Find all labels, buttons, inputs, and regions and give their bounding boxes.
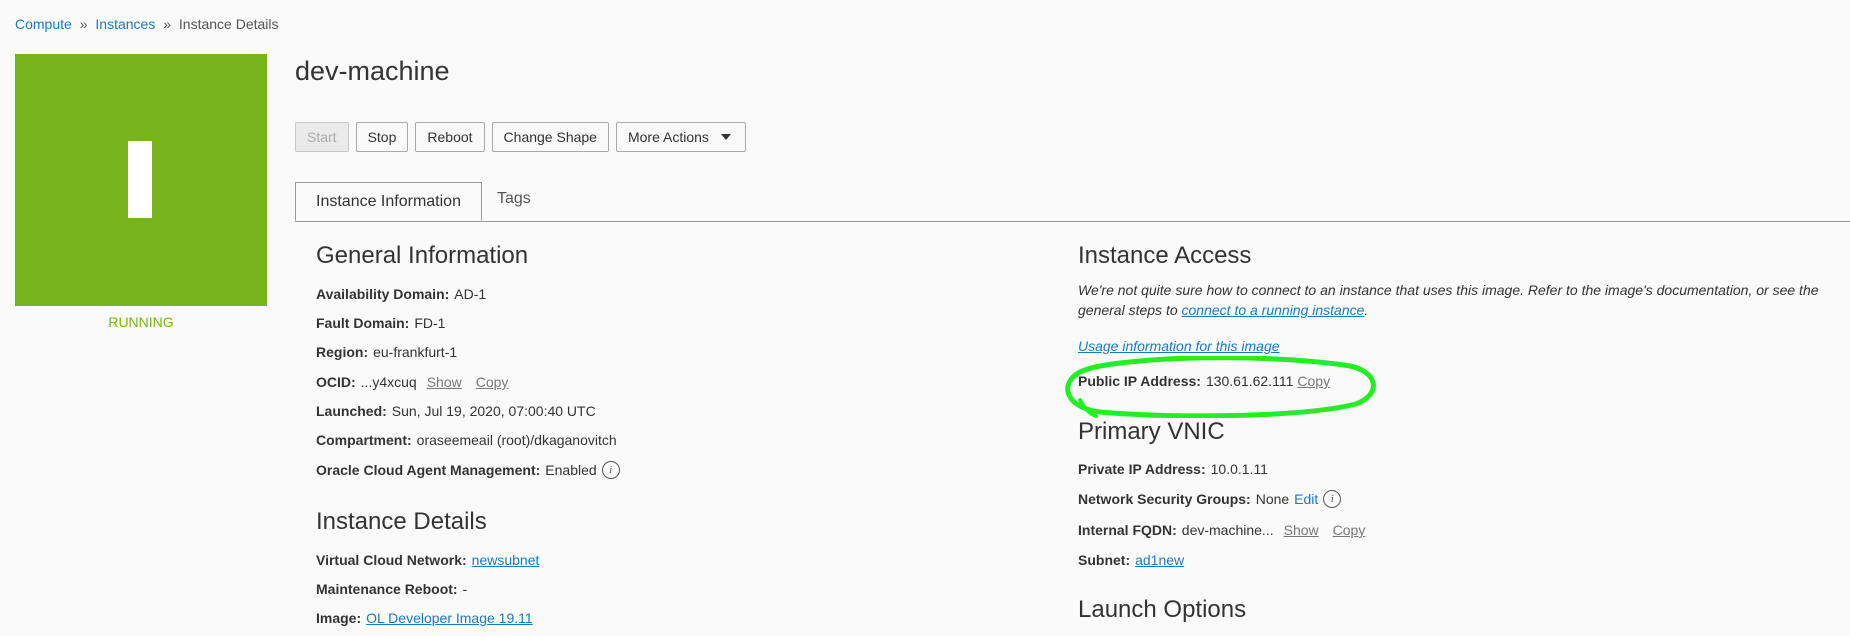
info-icon[interactable]: i [601, 461, 620, 479]
launched-field: Launched: Sun, Jul 19, 2020, 07:00:40 UT… [316, 403, 596, 419]
subnet-link[interactable]: ad1new [1135, 552, 1184, 568]
field-value: - [462, 581, 468, 597]
public-ip-copy-link[interactable]: Copy [1297, 373, 1330, 389]
field-value: ...y4xcuq [360, 374, 417, 390]
access-note-suffix: . [1364, 302, 1369, 318]
region-field: Region: eu-frankfurt-1 [316, 344, 457, 360]
breadcrumb-instances[interactable]: Instances [95, 16, 155, 32]
tab-bar: Instance Information Tags [295, 182, 1850, 222]
fqdn-copy-link[interactable]: Copy [1333, 522, 1366, 538]
field-label: Public IP Address: [1078, 373, 1201, 389]
vcn-field: Virtual Cloud Network: newsubnet [316, 552, 539, 568]
action-toolbar: Start Stop Reboot Change Shape More Acti… [295, 122, 753, 152]
field-label: Virtual Cloud Network: [316, 552, 467, 568]
field-value: None [1255, 491, 1290, 507]
field-label: Internal FQDN: [1078, 522, 1177, 538]
launch-options-heading: Launch Options [1078, 596, 1247, 623]
caret-down-icon [720, 134, 731, 140]
tab-tags[interactable]: Tags [482, 182, 546, 221]
field-label: Compartment: [316, 432, 412, 448]
network-security-groups-field: Network Security Groups: None Edit i [1078, 490, 1342, 508]
more-actions-label: More Actions [627, 129, 709, 145]
start-button[interactable]: Start [295, 122, 349, 152]
status-label: RUNNING [108, 314, 174, 330]
breadcrumb-separator: » [79, 16, 88, 32]
reboot-button[interactable]: Reboot [415, 122, 485, 152]
field-label: OCID: [316, 374, 356, 390]
more-actions-button[interactable]: More Actions [615, 122, 746, 152]
field-label: Availability Domain: [316, 286, 450, 302]
field-value: AD-1 [454, 286, 487, 302]
primary-vnic-heading: Primary VNIC [1078, 418, 1225, 445]
field-value: dev-machine... [1181, 522, 1274, 538]
field-label: Network Security Groups: [1078, 491, 1251, 507]
usage-information-link[interactable]: Usage information for this image [1078, 338, 1280, 354]
subnet-field: Subnet: ad1new [1078, 552, 1184, 568]
private-ip-field: Private IP Address: 10.0.1.11 [1078, 461, 1268, 477]
field-value: 10.0.1.11 [1210, 461, 1268, 477]
field-value: eu-frankfurt-1 [373, 344, 458, 360]
info-icon[interactable]: i [1323, 490, 1342, 508]
instance-status-tile [15, 54, 267, 306]
field-value: Enabled [545, 462, 597, 478]
breadcrumb-compute[interactable]: Compute [15, 16, 72, 32]
fqdn-show-link[interactable]: Show [1284, 522, 1319, 538]
nsg-edit-link[interactable]: Edit [1294, 491, 1318, 507]
instance-glyph-icon [128, 141, 152, 218]
field-label: Launched: [316, 403, 387, 419]
tab-instance-information[interactable]: Instance Information [295, 182, 482, 221]
instance-details-heading: Instance Details [316, 508, 487, 535]
maintenance-reboot-field: Maintenance Reboot: - [316, 581, 467, 597]
stop-button[interactable]: Stop [355, 122, 409, 152]
internal-fqdn-field: Internal FQDN: dev-machine... Show Copy [1078, 522, 1365, 538]
public-ip-field: Public IP Address: 130.61.62.111 Copy [1078, 373, 1330, 389]
field-label: Image: [316, 610, 362, 626]
field-label: Region: [316, 344, 369, 360]
ocid-show-link[interactable]: Show [427, 374, 462, 390]
fault-domain-field: Fault Domain: FD-1 [316, 315, 445, 331]
general-information-heading: General Information [316, 242, 529, 269]
connect-instance-link[interactable]: connect to a running instance [1182, 302, 1365, 318]
instance-access-heading: Instance Access [1078, 242, 1252, 269]
field-label: Maintenance Reboot: [316, 581, 458, 597]
compartment-field: Compartment: oraseemeail (root)/dkaganov… [316, 432, 617, 448]
field-value: 130.61.62.111 [1205, 373, 1294, 389]
availability-domain-field: Availability Domain: AD-1 [316, 286, 486, 302]
page-title: dev-machine [295, 56, 450, 86]
agent-management-field: Oracle Cloud Agent Management: Enabled i [316, 461, 620, 479]
field-label: Private IP Address: [1078, 461, 1206, 477]
field-label: Fault Domain: [316, 315, 410, 331]
field-value: Sun, Jul 19, 2020, 07:00:40 UTC [391, 403, 596, 419]
field-value: FD-1 [414, 315, 446, 331]
access-note: We're not quite sure how to connect to a… [1078, 280, 1838, 320]
breadcrumb-separator: » [163, 16, 172, 32]
image-link[interactable]: OL Developer Image 19.11 [366, 610, 533, 626]
vcn-link[interactable]: newsubnet [472, 552, 540, 568]
field-value: oraseemeail (root)/dkaganovitch [416, 432, 617, 448]
ocid-field: OCID: ...y4xcuq Show Copy [316, 374, 508, 390]
field-label: Oracle Cloud Agent Management: [316, 462, 541, 478]
image-field: Image: OL Developer Image 19.11 [316, 610, 533, 626]
ocid-copy-link[interactable]: Copy [476, 374, 509, 390]
breadcrumb-current: Instance Details [178, 16, 279, 32]
field-label: Subnet: [1078, 552, 1131, 568]
breadcrumb: Compute » Instances » Instance Details [15, 16, 279, 32]
change-shape-button[interactable]: Change Shape [491, 122, 609, 152]
